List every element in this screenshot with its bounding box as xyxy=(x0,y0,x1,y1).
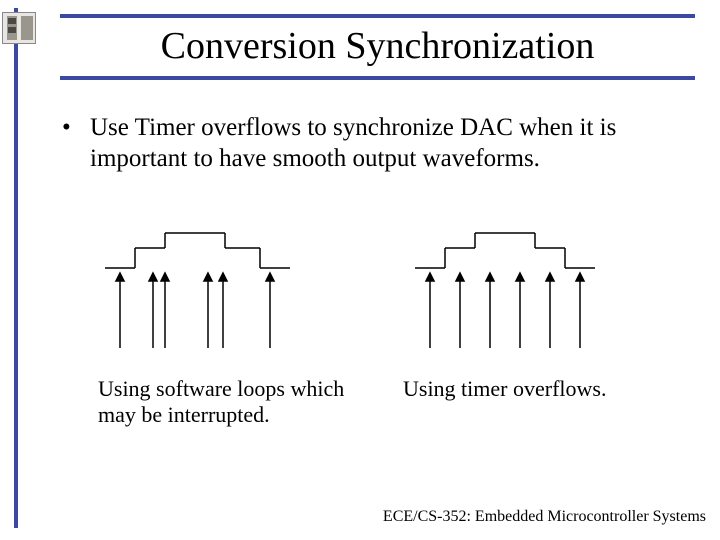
waveform-left xyxy=(105,233,290,348)
bullet-text: Use Timer overflows to synchronize DAC w… xyxy=(90,112,682,175)
bullet-dot: • xyxy=(62,112,90,175)
body-area: • Use Timer overflows to synchronize DAC… xyxy=(62,112,682,175)
slide-title: Conversion Synchronization xyxy=(60,20,695,74)
slide: Conversion Synchronization • Use Timer o… xyxy=(0,0,720,540)
vertical-rule xyxy=(14,8,18,528)
chip-logo xyxy=(2,12,36,44)
waveform-right xyxy=(415,233,595,348)
caption-left: Using software loops which may be interr… xyxy=(98,376,373,429)
rule-bottom xyxy=(60,76,695,80)
waveform-diagrams xyxy=(105,218,665,368)
caption-right: Using timer overflows. xyxy=(403,376,606,429)
bullet-item: • Use Timer overflows to synchronize DAC… xyxy=(62,112,682,175)
captions: Using software loops which may be interr… xyxy=(98,376,658,429)
diagrams xyxy=(105,218,665,368)
rule-top xyxy=(60,14,695,18)
footer-text: ECE/CS-352: Embedded Microcontroller Sys… xyxy=(383,508,706,526)
title-box: Conversion Synchronization xyxy=(60,14,695,80)
